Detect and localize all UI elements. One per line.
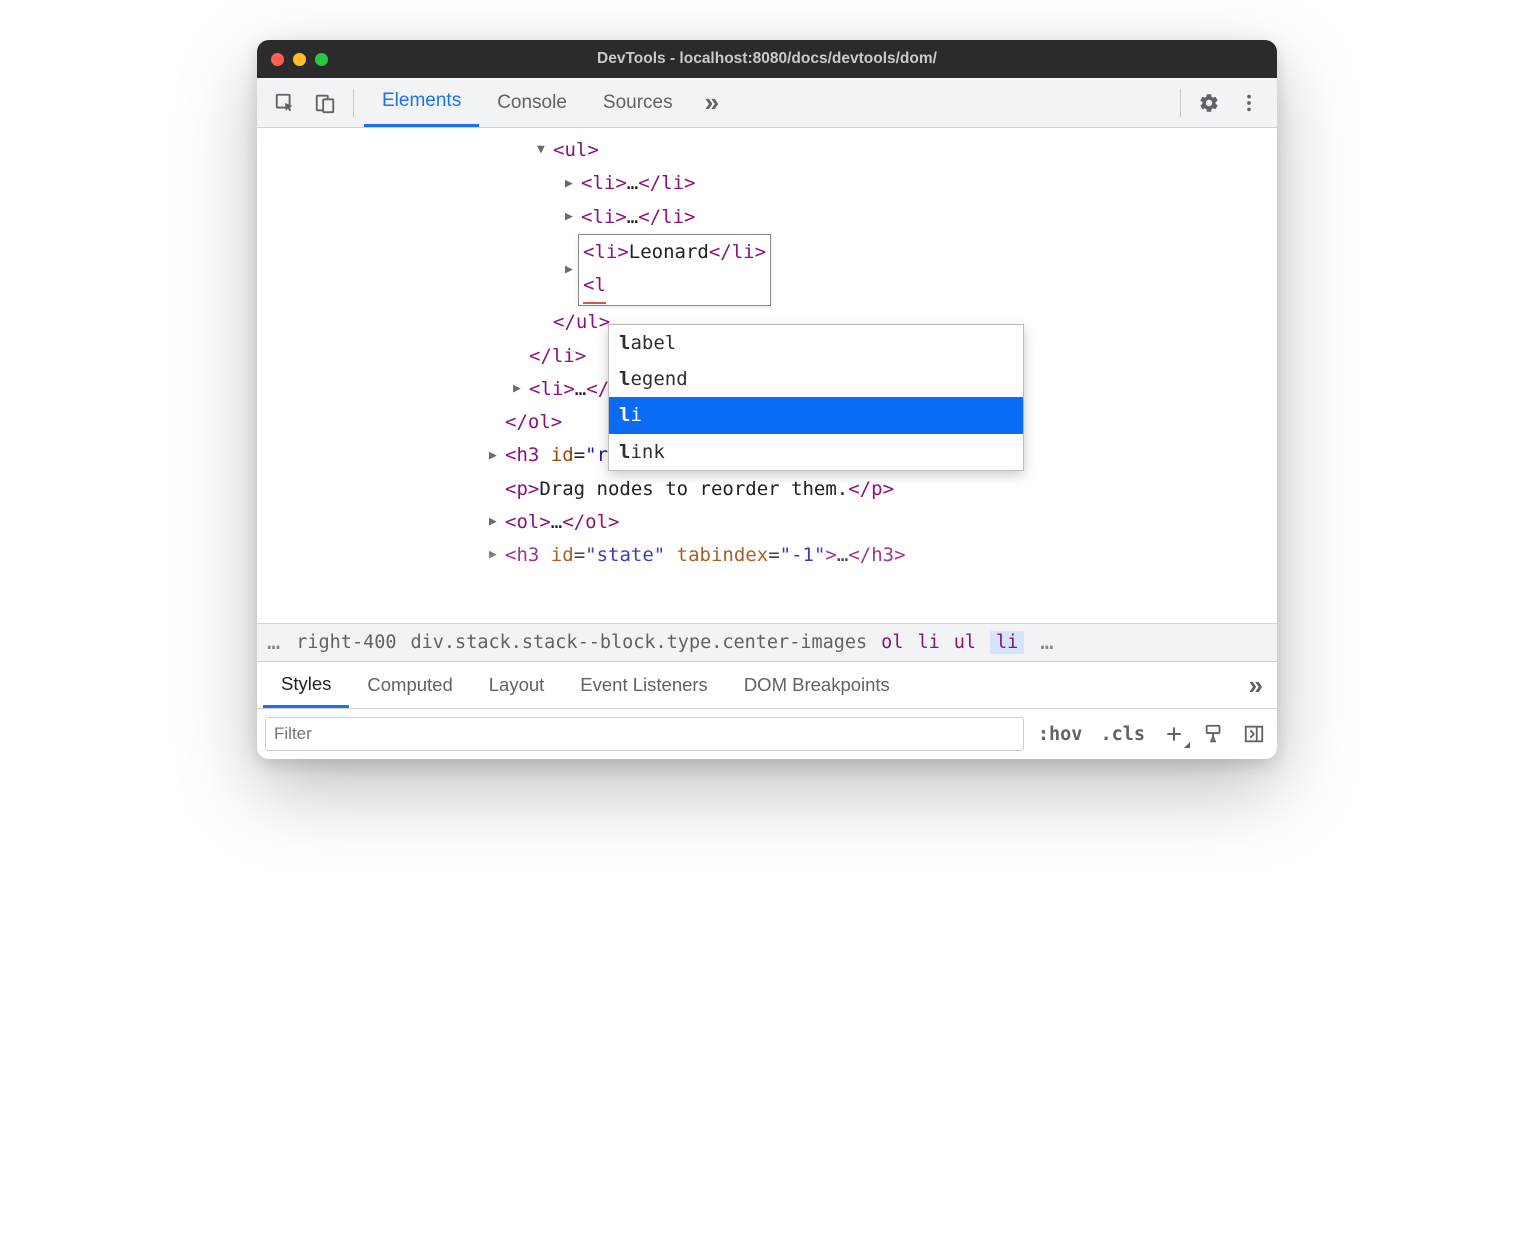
tab-dom-breakpoints[interactable]: DOM Breakpoints (726, 662, 908, 708)
kebab-menu-icon[interactable] (1231, 85, 1267, 121)
dom-node-ol-collapsed[interactable]: ▶<ol>…</ol> (257, 506, 1277, 539)
autocomplete-popup: label legend li link (608, 324, 1024, 471)
breadcrumb-item[interactable]: div.stack.stack--block.type.center-image… (411, 632, 868, 653)
autocomplete-item-label[interactable]: label (609, 325, 1023, 361)
typed-partial-tag: <l (583, 269, 606, 304)
paint-brush-icon[interactable] (1199, 719, 1229, 749)
dom-node-li-collapsed[interactable]: ▶<li>…</li> (257, 201, 1277, 234)
hov-toggle[interactable]: :hov (1034, 724, 1087, 745)
autocomplete-item-legend[interactable]: legend (609, 361, 1023, 397)
traffic-lights (271, 53, 328, 66)
dom-node-h3-state[interactable]: ▶<h3 id="state" tabindex="-1">…</h3> (257, 539, 1277, 572)
breadcrumb-overflow-right[interactable]: … (1038, 630, 1055, 655)
autocomplete-item-link[interactable]: link (609, 434, 1023, 470)
tab-elements[interactable]: Elements (364, 78, 479, 127)
close-window-button[interactable] (271, 53, 284, 66)
breadcrumb-item[interactable]: li (917, 632, 939, 653)
zoom-window-button[interactable] (315, 53, 328, 66)
inspect-element-icon[interactable] (267, 85, 303, 121)
tab-sources[interactable]: Sources (585, 78, 691, 127)
toolbar-divider (353, 89, 354, 117)
window-title: DevTools - localhost:8080/docs/devtools/… (257, 50, 1277, 68)
tab-layout[interactable]: Layout (471, 662, 563, 708)
breadcrumb-overflow-left[interactable]: … (265, 630, 282, 655)
tab-console[interactable]: Console (479, 78, 585, 127)
cls-toggle[interactable]: .cls (1096, 724, 1149, 745)
autocomplete-item-li[interactable]: li (609, 397, 1023, 433)
panel-tabs: Elements Console Sources (364, 78, 691, 127)
dom-node-p[interactable]: <p>Drag nodes to reorder them.</p> (257, 473, 1277, 506)
sidebar-tabs: Styles Computed Layout Event Listeners D… (257, 661, 1277, 709)
breadcrumb-item-selected[interactable]: li (990, 631, 1024, 654)
breadcrumb-item[interactable]: ul (954, 632, 976, 653)
breadcrumb-truncated[interactable]: right-400 (296, 632, 396, 653)
tab-computed[interactable]: Computed (349, 662, 470, 708)
new-style-rule-icon[interactable] (1159, 719, 1189, 749)
more-tabs-button[interactable]: » (695, 87, 730, 118)
device-toolbar-icon[interactable] (307, 85, 343, 121)
minimize-window-button[interactable] (293, 53, 306, 66)
filter-input[interactable] (265, 717, 1024, 751)
devtools-window: DevTools - localhost:8080/docs/devtools/… (257, 40, 1277, 759)
tab-styles[interactable]: Styles (263, 662, 349, 708)
main-toolbar: Elements Console Sources » (257, 78, 1277, 128)
dom-node-li-collapsed[interactable]: ▶<li>…</li> (257, 167, 1277, 200)
more-sidebar-tabs-button[interactable]: » (1241, 670, 1271, 701)
settings-icon[interactable] (1191, 85, 1227, 121)
edit-html-box[interactable]: <li>Leonard</li><l (578, 234, 771, 307)
dom-node-editing[interactable]: ▶<li>Leonard</li><l (257, 234, 1277, 307)
toolbar-divider (1180, 89, 1181, 117)
dom-node-ul[interactable]: ▼<ul> (257, 134, 1277, 167)
breadcrumb-item[interactable]: ol (881, 632, 903, 653)
breadcrumb-bar: … right-400 div.stack.stack--block.type.… (257, 623, 1277, 661)
elements-panel[interactable]: ▼<ul> ▶<li>…</li> ▶<li>…</li> ▶<li>Leona… (257, 128, 1277, 623)
styles-toolbar: :hov .cls (257, 709, 1277, 759)
tab-event-listeners[interactable]: Event Listeners (562, 662, 726, 708)
toggle-computed-pane-icon[interactable] (1239, 719, 1269, 749)
titlebar: DevTools - localhost:8080/docs/devtools/… (257, 40, 1277, 78)
